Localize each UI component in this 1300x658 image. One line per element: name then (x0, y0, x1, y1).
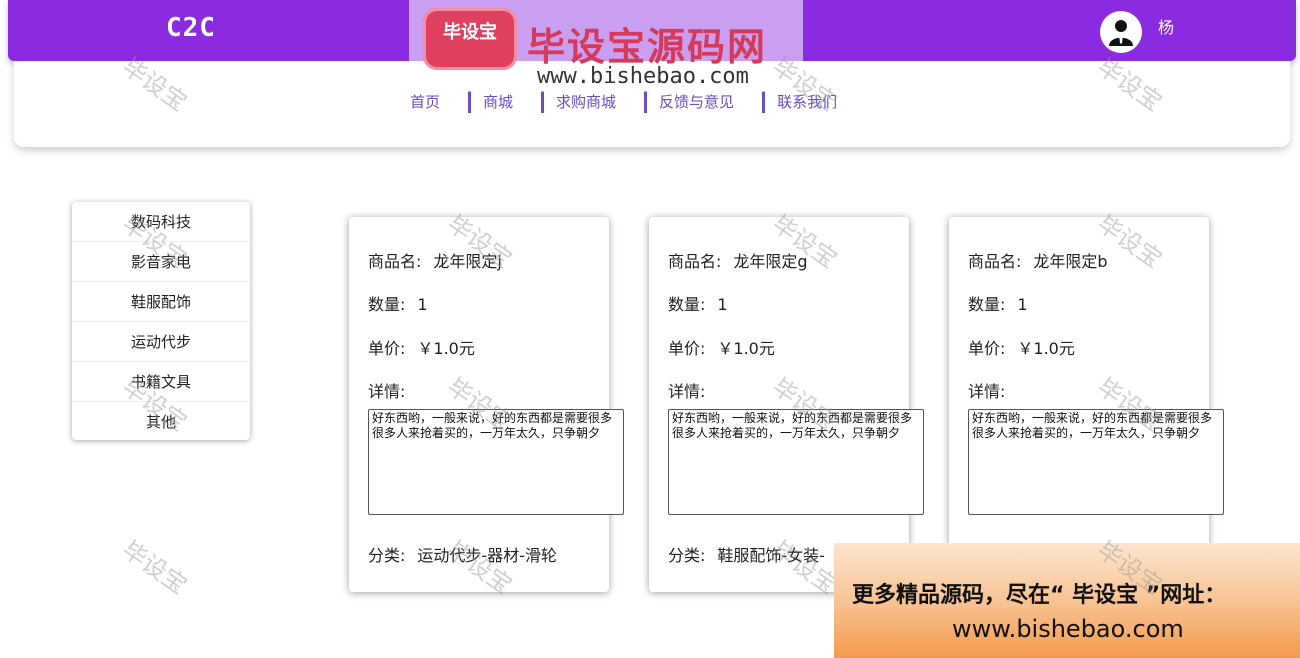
main-nav: 首页 商城 求购商城 反馈与意见 联系我们 (398, 91, 865, 113)
detail-label: 详情: (968, 382, 1006, 401)
product-detail-textarea[interactable]: 好东西哟，一般来说，好的东西都是需要很多很多人来抢着买的，一万年太久，只争朝夕 (668, 409, 924, 515)
product-category: 运动代步-器材-滑轮 (417, 546, 557, 565)
category-item[interactable]: 影音家电 (72, 242, 250, 282)
product-quantity: 1 (717, 295, 728, 314)
category-item[interactable]: 运动代步 (72, 322, 250, 362)
category-item[interactable]: 鞋服配饰 (72, 282, 250, 322)
user-menu[interactable]: 杨 (1100, 11, 1174, 53)
price-label: 单价: (668, 339, 706, 358)
quantity-label: 数量: (668, 295, 706, 314)
product-price: ￥1.0元 (1017, 339, 1075, 358)
price-label: 单价: (968, 339, 1006, 358)
product-name-row: 商品名: 龙年限定b (968, 248, 1108, 272)
brand-logo[interactable]: C2C (166, 13, 216, 43)
category-item[interactable]: 其他 (72, 402, 250, 442)
promo-text: 更多精品源码，尽在“ 毕设宝 ”网址： (852, 583, 1227, 608)
product-quantity-row: 数量: 1 (968, 291, 1028, 315)
name-label: 商品名: (968, 252, 1022, 271)
category-label: 分类: (668, 546, 706, 565)
price-label: 单价: (368, 339, 406, 358)
name-label: 商品名: (368, 252, 422, 271)
nav-item-feedback[interactable]: 反馈与意见 (647, 91, 766, 113)
product-name: 龙年限定b (1033, 252, 1108, 271)
product-price-row: 单价: ￥1.0元 (668, 335, 775, 359)
watermark-text: 毕设宝 (117, 535, 193, 600)
product-detail-textarea[interactable]: 好东西哟，一般来说，好的东西都是需要很多很多人来抢着买的，一万年太久，只争朝夕 (968, 409, 1224, 515)
product-quantity: 1 (1017, 295, 1028, 314)
nav-item-home[interactable]: 首页 (398, 91, 472, 113)
category-label: 分类: (368, 546, 406, 565)
product-price-row: 单价: ￥1.0元 (968, 335, 1075, 359)
nav-item-contact[interactable]: 联系我们 (765, 91, 865, 113)
product-category: 鞋服配饰-女装- (717, 546, 825, 565)
user-avatar-icon[interactable] (1100, 11, 1142, 53)
watermark-badge-text: 毕设宝 (443, 22, 497, 43)
detail-label: 详情: (668, 382, 706, 401)
category-sidebar: 数码科技 影音家电 鞋服配饰 运动代步 书籍文具 其他 (72, 202, 250, 440)
product-name: 龙年限定g (733, 252, 808, 271)
nav-item-wanted-mall[interactable]: 求购商城 (544, 91, 648, 113)
watermark-logo-banner: 毕设宝 毕设宝源码网 www.bishebao.com (409, 0, 803, 92)
product-quantity-row: 数量: 1 (668, 291, 728, 315)
product-price: ￥1.0元 (717, 339, 775, 358)
watermark-logo-badge: 毕设宝 (423, 8, 517, 70)
name-label: 商品名: (668, 252, 722, 271)
category-item[interactable]: 数码科技 (72, 202, 250, 242)
product-category-row: 分类: 鞋服配饰-女装- (668, 542, 825, 566)
product-card[interactable]: 商品名: 龙年限定g 数量: 1 单价: ￥1.0元 详情: 好东西哟，一般来说，好的… (649, 217, 924, 592)
category-item[interactable]: 书籍文具 (72, 362, 250, 402)
product-card[interactable]: 商品名: 龙年限定b 数量: 1 单价: ￥1.0元 详情: 好东西哟，一般来说，好的… (949, 217, 1224, 592)
quantity-label: 数量: (968, 295, 1006, 314)
promo-url: www.bishebao.com (952, 615, 1184, 643)
product-detail-textarea[interactable]: 好东西哟，一般来说，好的东西都是需要很多很多人来抢着买的，一万年太久，只争朝夕 (368, 409, 624, 515)
product-price-row: 单价: ￥1.0元 (368, 335, 475, 359)
nav-item-mall[interactable]: 商城 (471, 91, 545, 113)
product-name-row: 商品名: 龙年限定g (668, 248, 808, 272)
watermark-logo-title: 毕设宝源码网 (527, 25, 768, 69)
watermark-promo-banner: 更多精品源码，尽在“ 毕设宝 ”网址： www.bishebao.com (834, 543, 1300, 658)
product-card[interactable]: 商品名: 龙年限定j 数量: 1 单价: ￥1.0元 详情: 好东西哟，一般来说，好的… (349, 217, 624, 592)
product-category-row: 分类: 运动代步-器材-滑轮 (368, 542, 557, 566)
detail-label: 详情: (368, 382, 406, 401)
product-quantity-row: 数量: 1 (368, 291, 428, 315)
product-name-row: 商品名: 龙年限定j (368, 248, 502, 272)
watermark-logo-url: www.bishebao.com (537, 64, 749, 89)
product-price: ￥1.0元 (417, 339, 475, 358)
product-name: 龙年限定j (433, 252, 502, 271)
product-quantity: 1 (417, 295, 428, 314)
user-name[interactable]: 杨 (1158, 14, 1174, 38)
quantity-label: 数量: (368, 295, 406, 314)
